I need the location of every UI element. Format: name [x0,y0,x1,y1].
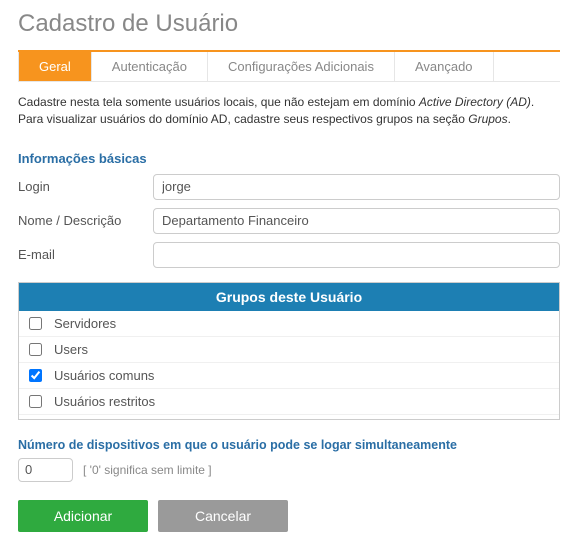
instructions: Cadastre nesta tela somente usuários loc… [18,94,560,129]
cancel-button[interactable]: Cancelar [158,500,288,532]
email-label: E-mail [18,247,153,262]
add-button[interactable]: Adicionar [18,500,148,532]
groups-heading: Grupos deste Usuário [19,283,559,311]
group-item[interactable]: Usuários restritos [19,389,559,415]
tabs: Geral Autenticação Configurações Adicion… [18,50,560,82]
instruction-line1c: . [531,95,534,109]
instruction-line1a: Cadastre nesta tela somente usuários loc… [18,95,419,109]
page-title: Cadastro de Usuário [18,10,560,38]
tab-additional-config[interactable]: Configurações Adicionais [208,52,395,81]
devices-input[interactable] [18,458,73,482]
group-checkbox-usuarios-comuns[interactable] [29,369,42,382]
devices-hint: [ '0' significa sem limite ] [83,463,212,477]
group-checkbox-usuarios-restritos[interactable] [29,395,42,408]
name-label: Nome / Descrição [18,213,153,228]
group-checkbox-servidores[interactable] [29,317,42,330]
group-label: Usuários comuns [54,368,154,383]
group-item[interactable]: Users [19,337,559,363]
login-input[interactable] [153,174,560,200]
section-basic-info: Informações básicas [18,151,560,166]
instruction-line1b: Active Directory (AD) [419,95,531,109]
name-input[interactable] [153,208,560,234]
group-label: Users [54,342,88,357]
button-bar: Adicionar Cancelar [18,500,560,532]
tab-general[interactable]: Geral [18,52,92,81]
group-item[interactable]: Usuários comuns [19,363,559,389]
groups-panel: Grupos deste Usuário Servidores Users Us… [18,282,560,420]
tab-advanced[interactable]: Avançado [395,52,494,81]
groups-list[interactable]: Servidores Users Usuários comuns Usuário… [19,311,559,419]
group-label: Servidores [54,316,116,331]
group-checkbox-users[interactable] [29,343,42,356]
devices-label: Número de dispositivos em que o usuário … [18,438,560,452]
login-label: Login [18,179,153,194]
instruction-line2b: Grupos [468,112,507,126]
tab-authentication[interactable]: Autenticação [92,52,208,81]
email-input[interactable] [153,242,560,268]
instruction-line2a: Para visualizar usuários do domínio AD, … [18,112,468,126]
instruction-line2c: . [508,112,511,126]
group-item[interactable]: Servidores [19,311,559,337]
group-label: Usuários restritos [54,394,155,409]
